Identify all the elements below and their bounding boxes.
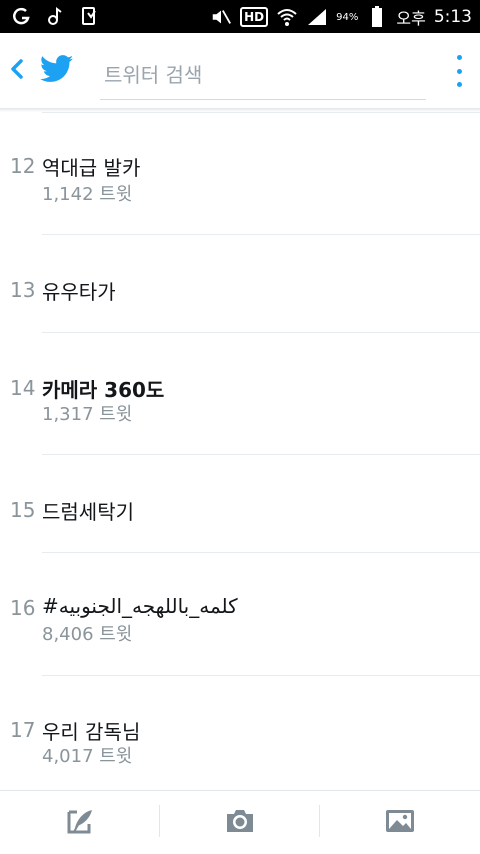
twitter-bird-icon [39, 55, 74, 83]
mute-icon [210, 6, 232, 28]
trend-tweet-count: 4,017 트윗 [42, 746, 133, 767]
image-gallery-icon [386, 810, 414, 832]
carrier-icon [10, 5, 32, 27]
trend-rank: 17 [10, 718, 36, 742]
hd-voice-icon: HD [240, 7, 269, 27]
compose-tweet-icon [67, 810, 92, 834]
bottom-separator [319, 805, 320, 837]
trend-rank: 12 [10, 154, 36, 178]
trend-rank: 14 [10, 376, 36, 400]
time-period: 오후 [396, 9, 426, 28]
signal-icon [306, 6, 328, 28]
list-divider [42, 552, 480, 553]
status-right-icons: HD 94% 오후 5:13 [210, 5, 472, 29]
search-input[interactable]: 트위터 검색 [104, 59, 202, 88]
chevron-left-icon [11, 59, 23, 79]
clock: 5:13 [433, 7, 472, 27]
trend-tweet-count: 1,142 트윗 [42, 184, 133, 205]
trends-list: 12 역대급 발카 1,142 트윗 13 유우타가 14 카메라 360도 1… [0, 110, 480, 790]
trend-tweet-count: 1,317 트윗 [42, 404, 133, 425]
trend-item[interactable]: 12 역대급 발카 1,142 트윗 [0, 148, 480, 238]
trend-item[interactable]: 13 유우타가 [0, 274, 480, 334]
status-bar: HD 94% 오후 5:13 [0, 0, 480, 33]
trend-title[interactable]: 드럼세탁기 [42, 496, 134, 525]
list-divider [42, 675, 480, 676]
wifi-icon [276, 6, 298, 28]
camera-icon [227, 810, 253, 832]
more-vertical-icon-dot [456, 68, 462, 74]
list-divider [42, 234, 480, 235]
trend-title[interactable]: 역대급 발카 [42, 152, 140, 181]
list-divider [42, 332, 480, 333]
camera-button[interactable] [220, 801, 260, 841]
trend-item[interactable]: 15 드럼세탁기 [0, 496, 480, 556]
bottom-action-bar [0, 790, 480, 854]
trend-tweet-count: 8,406 트윗 [42, 624, 133, 645]
list-divider [42, 454, 480, 455]
battery-icon [366, 6, 388, 28]
more-vertical-icon-dot [456, 82, 462, 87]
trend-title[interactable]: 카메라 360도 [42, 374, 164, 403]
back-button[interactable] [8, 55, 26, 83]
battery-percent: 94% [336, 11, 359, 23]
trend-rank: 13 [10, 278, 36, 302]
trend-rank: 15 [10, 498, 36, 522]
trend-title[interactable]: 유우타가 [42, 276, 116, 305]
gallery-button[interactable] [380, 801, 420, 841]
trend-item[interactable]: 16 #كلمه_باللهجه_الجنوبيه 8,406 트윗 [0, 594, 480, 684]
trend-rank: 16 [10, 596, 36, 620]
list-divider [42, 112, 480, 113]
search-toolbar: 트위터 검색 [0, 33, 480, 108]
music-note-icon [44, 5, 66, 27]
trend-item[interactable]: 17 우리 감독님 4,017 트윗 [0, 716, 480, 786]
trend-title[interactable]: #كلمه_باللهجه_الجنوبيه [42, 594, 238, 618]
compose-tweet-button[interactable] [60, 801, 100, 841]
status-left-icons [10, 5, 100, 27]
search-field[interactable]: 트위터 검색 [100, 51, 426, 100]
trend-item[interactable]: 14 카메라 360도 1,317 트윗 [0, 372, 480, 462]
trend-title[interactable]: 우리 감독님 [42, 716, 140, 745]
more-options-button[interactable] [456, 55, 462, 87]
bottom-separator [159, 805, 160, 837]
more-vertical-icon-dot [456, 55, 462, 60]
download-phone-icon [78, 5, 100, 27]
